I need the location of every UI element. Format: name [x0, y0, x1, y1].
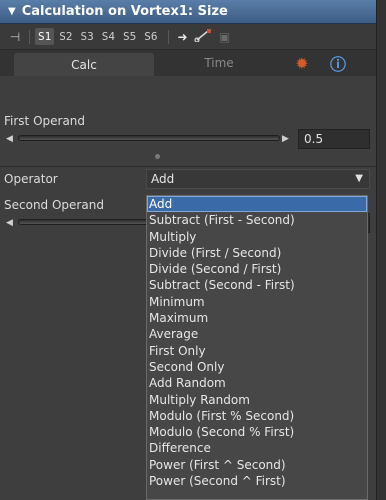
operator-option[interactable]: Modulo (Second % First) — [147, 424, 367, 440]
panel-edge-strip — [376, 0, 386, 500]
operator-option[interactable]: Multiply — [147, 229, 367, 245]
slider-center-dot — [155, 154, 160, 159]
slot-s3-button[interactable]: S3 — [78, 28, 97, 45]
slot-s6-button[interactable]: S6 — [141, 28, 160, 45]
first-operand-slider[interactable] — [18, 135, 280, 141]
operator-option[interactable]: Power (First ^ Second) — [147, 457, 367, 473]
operator-option[interactable]: Divide (Second / First) — [147, 261, 367, 277]
tab-bar: Calc Time ✹ ⓘ — [0, 50, 376, 76]
connect-icon[interactable] — [192, 28, 216, 45]
info-tab[interactable]: ⓘ — [320, 50, 356, 76]
tab-time[interactable]: Time — [154, 50, 284, 76]
operator-dropdown-list[interactable]: Add Subtract (First - Second) Multiply D… — [146, 195, 368, 500]
second-operand-label: Second Operand — [4, 198, 104, 212]
operator-combo[interactable]: Add ▼ — [146, 169, 370, 189]
section-divider — [0, 166, 376, 167]
operator-option[interactable]: Multiply Random — [147, 392, 367, 408]
slot-s1-button[interactable]: S1 — [35, 28, 55, 45]
first-operand-label: First Operand — [4, 114, 86, 128]
toolbar: ⊣ S1 S2 S3 S4 S5 S6 ➜ ▣ — [0, 24, 376, 50]
save-icon[interactable]: ▣ — [216, 30, 234, 44]
operator-option[interactable]: Second Only — [147, 359, 367, 375]
slot-s5-button[interactable]: S5 — [120, 28, 139, 45]
operator-option[interactable]: Average — [147, 326, 367, 342]
operator-option[interactable]: Maximum — [147, 310, 367, 326]
pin-icon[interactable]: ⊣ — [6, 30, 24, 44]
first-operand-value-field[interactable]: 0.5 — [298, 129, 370, 149]
slot-s2-button[interactable]: S2 — [56, 28, 75, 45]
operator-option[interactable]: Subtract (First - Second) — [147, 212, 367, 228]
info-icon: ⓘ — [329, 55, 346, 74]
operator-selected-value: Add — [151, 172, 175, 186]
chevron-down-icon[interactable]: ▼ — [355, 173, 363, 184]
slot-s4-button[interactable]: S4 — [99, 28, 118, 45]
operator-option[interactable]: Minimum — [147, 294, 367, 310]
toolbar-separator — [29, 29, 30, 44]
settings-tab[interactable]: ✹ — [284, 50, 320, 76]
operator-option[interactable]: Add Random — [147, 375, 367, 391]
tool-panel: ▼ Calculation on Vortex1: Size ⊣ S1 S2 S… — [0, 0, 376, 500]
operator-option[interactable]: Difference — [147, 440, 367, 456]
operator-option[interactable]: First Only — [147, 343, 367, 359]
operator-option[interactable]: Power (Second ^ First) — [147, 473, 367, 489]
operator-option[interactable]: Divide (First / Second) — [147, 245, 367, 261]
panel-title-bar[interactable]: ▼ Calculation on Vortex1: Size — [0, 0, 376, 24]
tab-calc[interactable]: Calc — [14, 53, 154, 76]
slider-right-arrow-icon[interactable]: ▶ — [282, 134, 289, 144]
operator-option[interactable]: Subtract (Second - First) — [147, 277, 367, 293]
arrow-right-icon[interactable]: ➜ — [174, 30, 192, 44]
operator-label: Operator — [4, 172, 58, 186]
triangle-down-icon[interactable]: ▼ — [8, 6, 16, 17]
slider-left-arrow-icon[interactable]: ◀ — [6, 218, 13, 228]
gear-icon: ✹ — [295, 53, 309, 73]
toolbar-separator — [167, 29, 169, 44]
panel-title: Calculation on Vortex1: Size — [21, 4, 228, 19]
slider-left-arrow-icon[interactable]: ◀ — [6, 134, 13, 144]
operator-option[interactable]: Add — [147, 196, 367, 213]
operator-option[interactable]: Modulo (First % Second) — [147, 408, 367, 424]
